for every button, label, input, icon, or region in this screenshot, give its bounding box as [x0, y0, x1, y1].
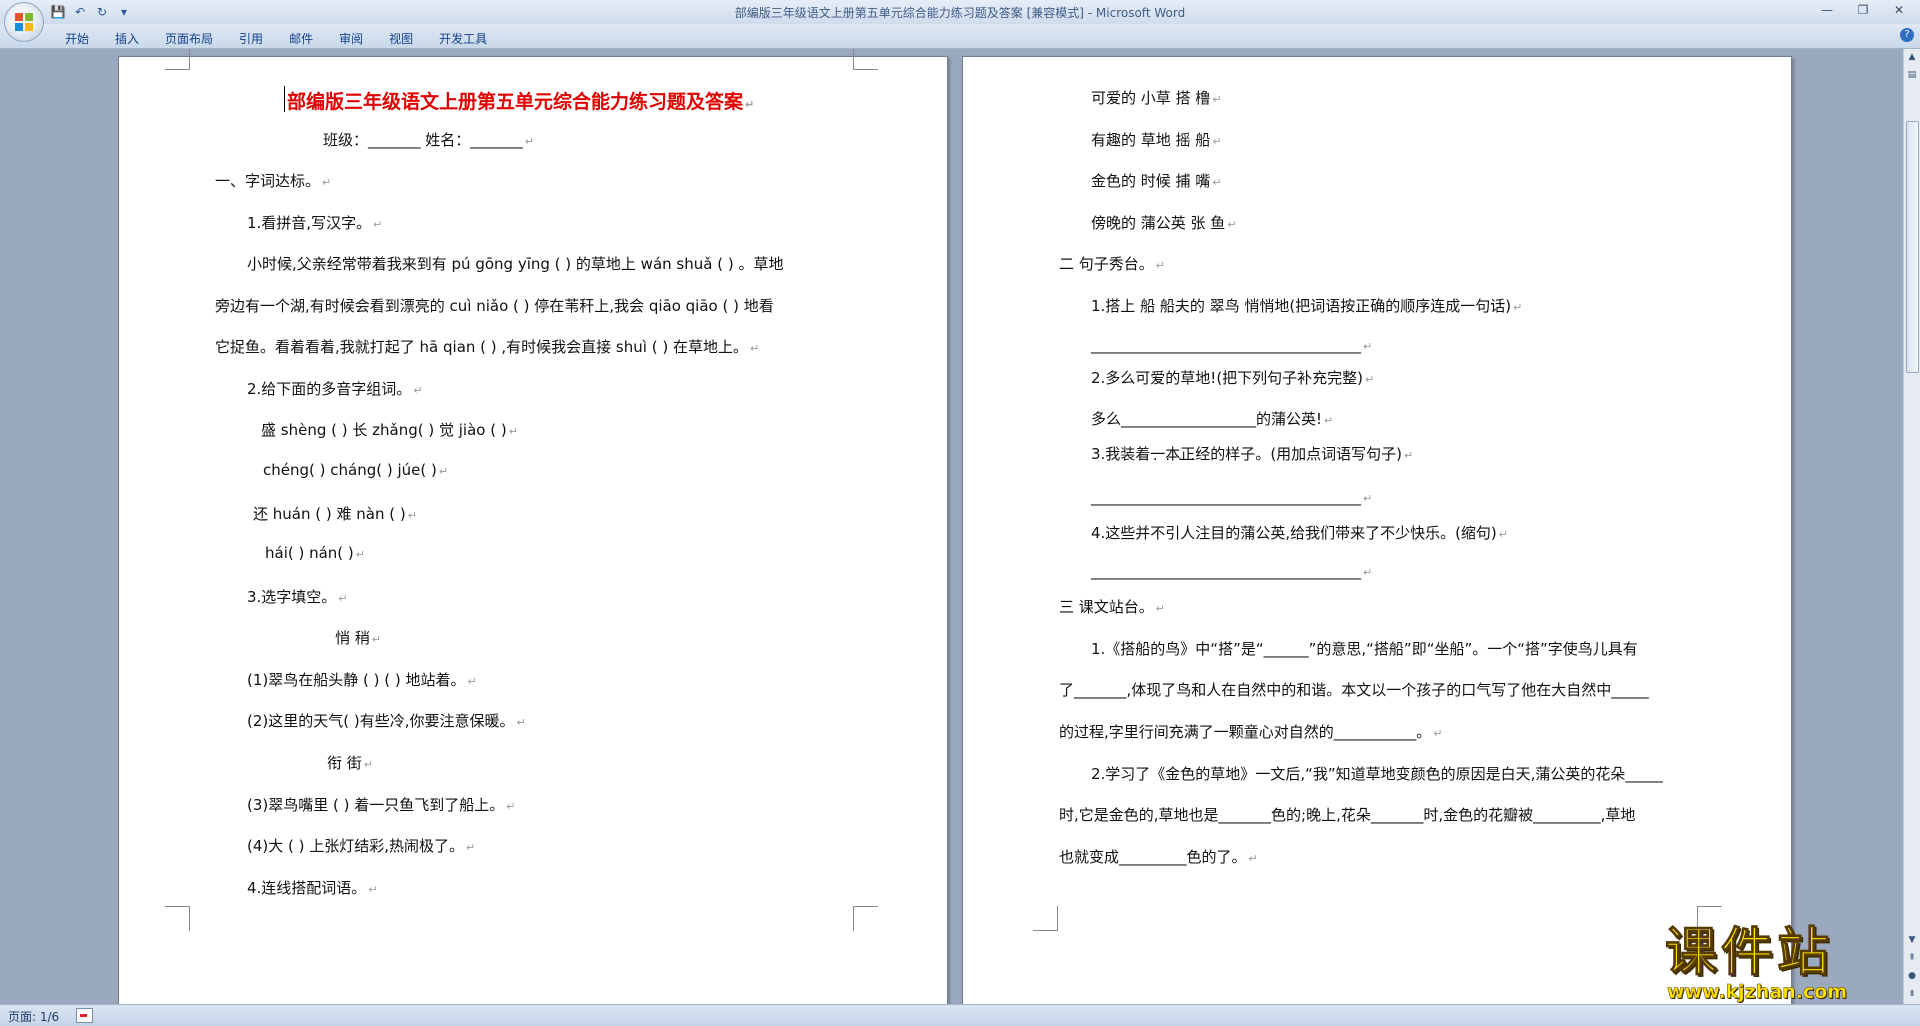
- exercise-line: (1)翠鸟在船头静 ( ) ( ) 地站着。 ↵: [247, 671, 477, 689]
- close-button[interactable]: ✕: [1882, 1, 1916, 19]
- office-button[interactable]: [4, 2, 44, 42]
- margin-corner-mark: [1033, 906, 1058, 931]
- exercise-line: hái( ) nán( ) ↵: [265, 544, 366, 562]
- document-title: 部编版三年级语文上册第五单元综合能力练习题及答案 ↵: [287, 91, 755, 113]
- minimize-button[interactable]: —: [1810, 1, 1844, 19]
- tab-view[interactable]: 视图: [376, 27, 426, 50]
- help-icon[interactable]: ?: [1900, 28, 1914, 42]
- section-heading: 三 课文站台。 ↵: [1059, 598, 1165, 616]
- paragraph-line: 1.《搭船的鸟》中“搭”是“______”的意思,“搭船”即“坐船”。一个“搭”…: [1091, 640, 1638, 658]
- paragraph-line: 了_______,体现了鸟和人在自然中的和谐。本文以一个孩子的口气写了他在大自然…: [1059, 681, 1649, 699]
- question-line: 1.看拼音,写汉字。 ↵: [247, 214, 383, 232]
- exercise-line: (3)翠鸟嘴里 ( ) 着一只鱼飞到了船上。 ↵: [247, 796, 516, 814]
- section-heading: 一、字词达标。 ↵: [215, 172, 332, 190]
- browse-object-button[interactable]: ●: [1905, 968, 1919, 984]
- vertical-scrollbar[interactable]: ▲ ▤ ▼ ⇞ ● ⇟: [1903, 49, 1920, 1004]
- answer-blank-line: ____________________________________ ↵: [1091, 562, 1373, 580]
- paragraph-line: 旁边有一个湖,有时候会看到漂亮的 cuì niǎo ( ) 停在苇秆上,我会 q…: [215, 297, 774, 315]
- margin-corner-mark: [853, 49, 878, 70]
- office-logo-icon: [15, 13, 33, 31]
- document-page-2[interactable]: 可爱的 小草 搭 橹 ↵ 有趣的 草地 摇 船 ↵ 金色的 时候 捕 嘴 ↵ 傍晚的 …: [962, 56, 1792, 1004]
- scroll-down-button[interactable]: ▼: [1905, 932, 1919, 948]
- paragraph-line: 它捉鱼。看着看着,我就打起了 hā qian ( ) ,有时候我会直接 shuì…: [215, 338, 760, 356]
- question-line: 4.这些并不引人注目的蒲公英,给我们带来了不少快乐。(缩句) ↵: [1091, 524, 1509, 542]
- tab-references[interactable]: 引用: [226, 27, 276, 50]
- answer-blank-line: ____________________________________ ↵: [1091, 488, 1373, 506]
- tab-page-layout[interactable]: 页面布局: [152, 27, 226, 50]
- question-line: 2.多么可爱的草地!(把下列句子补充完整) ↵: [1091, 369, 1375, 387]
- margin-corner-mark: [853, 906, 878, 931]
- text-cursor: [284, 86, 285, 112]
- site-watermark: 课件站 www.kjzhan.com: [1665, 925, 1905, 1005]
- document-page-1[interactable]: 部编版三年级语文上册第五单元综合能力练习题及答案 ↵ 班级：_______ 姓名：…: [118, 49, 948, 1004]
- question-line: 1.搭上 船 船夫的 翠鸟 悄悄地(把词语按正确的顺序连成一句话) ↵: [1091, 297, 1523, 315]
- window-controls: — ❐ ✕: [1810, 1, 1916, 19]
- matching-line: 可爱的 小草 搭 橹 ↵: [1091, 89, 1222, 107]
- tab-insert[interactable]: 插入: [102, 27, 152, 50]
- ruler-toggle-icon[interactable]: ▤: [1905, 67, 1919, 83]
- ribbon-tabs: 开始 插入 页面布局 引用 邮件 审阅 视图 开发工具: [52, 27, 500, 50]
- proofing-icon[interactable]: [76, 1008, 93, 1023]
- tab-home[interactable]: 开始: [52, 27, 102, 50]
- paragraph-line: 小时候,父亲经常带着我来到有 pú gōng yīng ( ) 的草地上 wán…: [247, 255, 784, 273]
- paragraph-line: 2.学习了《金色的草地》一文后,“我”知道草地变颜色的原因是白天,蒲公英的花朵_…: [1091, 765, 1663, 783]
- scrollbar-thumb[interactable]: [1906, 121, 1919, 373]
- matching-line: 傍晚的 蒲公英 张 鱼 ↵: [1091, 214, 1237, 232]
- paragraph-line: 的过程,字里行间充满了一颗童心对自然的___________。 ↵: [1059, 723, 1443, 741]
- previous-page-button[interactable]: ⇞: [1905, 950, 1919, 966]
- word-choice-line: 悄 稍 ↵: [335, 629, 381, 647]
- exercise-line: 盛 shèng ( ) 长 zhǎng( ) 觉 jiào ( ) ↵: [261, 421, 518, 439]
- exercise-line: chéng( ) cháng( ) júe( ) ↵: [263, 461, 449, 479]
- question-line: 3.选字填空。 ↵: [247, 588, 348, 606]
- margin-corner-mark: [165, 906, 190, 931]
- answer-blank-line: 多么__________________的蒲公英! ↵: [1091, 410, 1334, 428]
- status-bar: 页面: 1/6: [0, 1004, 1920, 1026]
- question-line: 2.给下面的多音字组词。 ↵: [247, 380, 423, 398]
- document-area[interactable]: 部编版三年级语文上册第五单元综合能力练习题及答案 ↵ 班级：_______ 姓名：…: [0, 49, 1904, 1004]
- watermark-url: www.kjzhan.com: [1667, 981, 1848, 1004]
- next-page-button[interactable]: ⇟: [1905, 986, 1919, 1002]
- word-choice-line: 衔 街 ↵: [327, 754, 373, 772]
- emphasis-dots: ····: [1153, 452, 1203, 468]
- question-line: 4.连线搭配词语。 ↵: [247, 879, 378, 897]
- exercise-line: 还 huán ( ) 难 nàn ( ) ↵: [253, 505, 417, 523]
- class-name-line: 班级：_______ 姓名：_______ ↵: [323, 131, 534, 149]
- title-bar: 💾 ↶ ↻ ▾ 部编版三年级语文上册第五单元综合能力练习题及答案 [兼容模式] …: [0, 0, 1920, 25]
- answer-blank-line: ____________________________________ ↵: [1091, 336, 1373, 354]
- matching-line: 金色的 时候 捕 嘴 ↵: [1091, 172, 1222, 190]
- watermark-logo-text: 课件站: [1665, 923, 1834, 983]
- question-line: 3.我装着一本正经的样子。(用加点词语写句子) ↵: [1091, 445, 1414, 463]
- ribbon: 开始 插入 页面布局 引用 邮件 审阅 视图 开发工具 ?: [0, 24, 1920, 49]
- maximize-button[interactable]: ❐: [1846, 1, 1880, 19]
- margin-corner-mark: [165, 49, 190, 70]
- section-heading: 二 句子秀台。 ↵: [1059, 255, 1165, 273]
- scroll-up-button[interactable]: ▲: [1905, 49, 1919, 65]
- exercise-line: (4)大 ( ) 上张灯结彩,热闹极了。 ↵: [247, 837, 476, 855]
- exercise-line: (2)这里的天气( )有些冷,你要注意保暖。 ↵: [247, 712, 526, 730]
- tab-developer[interactable]: 开发工具: [426, 27, 500, 50]
- paragraph-line: 时,它是金色的,草地也是_______色的;晚上,花朵_______时,金色的花…: [1059, 806, 1636, 824]
- matching-line: 有趣的 草地 摇 船 ↵: [1091, 131, 1222, 149]
- tab-review[interactable]: 审阅: [326, 27, 376, 50]
- page-counter[interactable]: 页面: 1/6: [8, 1008, 59, 1025]
- window-title: 部编版三年级语文上册第五单元综合能力练习题及答案 [兼容模式] - Micros…: [734, 6, 1186, 20]
- tab-mailings[interactable]: 邮件: [276, 27, 326, 50]
- paragraph-line: 也就变成_________色的了。 ↵: [1059, 848, 1258, 866]
